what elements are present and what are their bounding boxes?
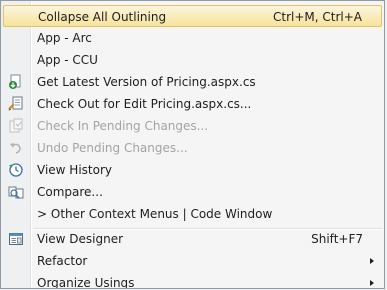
menu-item-label: App - CCU <box>37 53 98 67</box>
menu-item-label: Check In Pending Changes... <box>37 119 209 133</box>
menu-item-label: Compare... <box>37 185 103 199</box>
check-out-icon <box>7 95 25 113</box>
menu-item-undo-pending-changes[interactable]: Undo Pending Changes... <box>3 137 382 159</box>
menu-item-check-in-pending-changes[interactable]: Check In Pending Changes... <box>3 115 382 137</box>
menu-item-collapse-all-outlining[interactable]: Collapse All Outlining Ctrl+M, Ctrl+A <box>3 5 382 27</box>
menu-item-label: Check Out for Edit Pricing.aspx.cs... <box>37 97 252 111</box>
menu-item-label: Undo Pending Changes... <box>37 141 188 155</box>
compare-icon <box>7 183 25 201</box>
menu-item-view-history[interactable]: View History <box>3 159 382 181</box>
menu-item-check-out-for-edit[interactable]: Check Out for Edit Pricing.aspx.cs... <box>3 93 382 115</box>
menu-item-organize-usings[interactable]: Organize Usings <box>3 272 382 289</box>
submenu-arrow-icon <box>370 258 374 264</box>
menu-item-get-latest-version[interactable]: Get Latest Version of Pricing.aspx.cs <box>3 71 382 93</box>
menu-item-refactor[interactable]: Refactor <box>3 250 382 272</box>
menu-item-label: Refactor <box>37 254 88 268</box>
context-menu: Collapse All Outlining Ctrl+M, Ctrl+A Ap… <box>0 0 385 289</box>
menu-item-shortcut: Shift+F7 <box>311 232 363 246</box>
menu-item-label: App - Arc <box>37 31 92 45</box>
designer-icon <box>7 230 25 248</box>
get-latest-icon <box>7 73 25 91</box>
menu-item-label: Organize Usings <box>37 276 135 289</box>
menu-item-view-designer[interactable]: View Designer Shift+F7 <box>3 228 382 250</box>
menu-item-label: View History <box>37 163 112 177</box>
menu-item-other-context-menus[interactable]: > Other Context Menus | Code Window <box>3 203 382 225</box>
menu-item-label: Collapse All Outlining <box>38 10 167 24</box>
submenu-arrow-icon <box>370 280 374 286</box>
menu-item-shortcut: Ctrl+M, Ctrl+A <box>272 10 362 24</box>
menu-item-label: View Designer <box>37 232 124 246</box>
menu-item-app-arc[interactable]: App - Arc <box>3 27 382 49</box>
history-icon <box>7 161 25 179</box>
check-in-icon <box>7 117 25 135</box>
undo-icon <box>7 139 25 157</box>
menu-item-label: > Other Context Menus | Code Window <box>37 207 273 221</box>
menu-item-compare[interactable]: Compare... <box>3 181 382 203</box>
menu-item-app-ccu[interactable]: App - CCU <box>3 49 382 71</box>
menu-item-label: Get Latest Version of Pricing.aspx.cs <box>37 75 256 89</box>
